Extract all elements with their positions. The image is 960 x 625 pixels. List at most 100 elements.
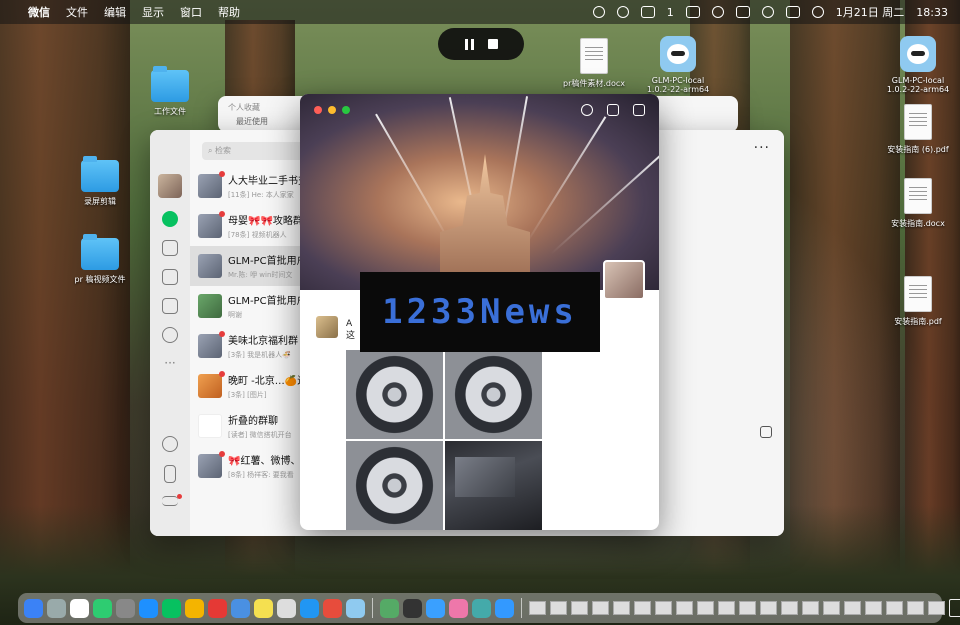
wheel-photo[interactable] [346,441,443,530]
user-avatar[interactable] [158,174,182,198]
call-icon[interactable] [760,426,772,438]
desktop-folder-screen-record[interactable]: 录屏剪辑 [62,156,138,207]
sender-avatar[interactable] [316,316,338,338]
wechat-icon[interactable] [162,598,181,618]
minimized-window[interactable] [823,601,840,615]
minimized-window[interactable] [718,601,735,615]
minimized-window[interactable] [886,601,903,615]
reminders-icon[interactable] [277,598,296,618]
app-icon[interactable] [380,598,399,618]
wifi-icon[interactable] [761,6,774,18]
minimized-window[interactable] [697,601,714,615]
app-menu[interactable]: 微信 [28,4,50,20]
menu-icon[interactable] [162,494,182,506]
menubar-date[interactable]: 1月21日 周二 [836,4,905,20]
desktop-folder-work[interactable]: 工作文件 [132,66,208,117]
message-text: 这 [346,331,356,341]
menubar-time[interactable]: 18:33 [916,6,948,19]
notes-icon[interactable] [254,598,273,618]
menu-file[interactable]: 文件 [66,4,88,20]
camera-icon[interactable] [633,104,645,116]
desktop-folder-pr-video[interactable]: pr 稿视频文件 [62,234,138,285]
car-interior-photo[interactable] [445,441,542,530]
minimized-window[interactable] [655,601,672,615]
zoom-icon[interactable] [426,598,445,618]
stop-icon[interactable] [487,39,498,49]
zoom-button[interactable] [342,106,350,114]
calendar-icon[interactable] [70,598,89,618]
share-status-icon[interactable] [616,6,629,18]
minimized-window[interactable] [907,601,924,615]
desktop-app-glm-2[interactable]: GLM-PC-local 1.0.2-22-arm64 [880,36,956,94]
screen-recording-controls [438,28,524,60]
chrome-icon[interactable] [185,598,204,618]
minimize-button[interactable] [328,106,336,114]
files-folder-icon[interactable] [162,298,178,314]
capcut-icon[interactable] [403,598,422,618]
desktop-file-guide-pdf[interactable]: 安装指南.pdf [880,276,956,327]
wps-icon[interactable] [208,598,227,618]
favorites-cube-icon[interactable] [162,269,178,285]
launchpad-icon[interactable] [47,598,66,618]
desktop-file-guide-docx[interactable]: 安装指南.docx [880,178,956,229]
wheel-photo[interactable] [445,350,542,439]
glm-cow-icon[interactable] [346,598,365,618]
desktop-file-guide-6-pdf[interactable]: 安装指南 (6).pdf [880,104,956,155]
minimized-window[interactable] [529,601,546,615]
minimized-window[interactable] [802,601,819,615]
refresh-icon[interactable] [581,104,593,116]
glm-cow-icon [660,36,696,72]
finder-recents[interactable]: 最近使用 [236,116,268,127]
minimized-window[interactable] [739,601,756,615]
docx-icon [904,178,932,214]
minimized-window[interactable] [781,601,798,615]
menu-help[interactable]: 帮助 [218,4,240,20]
settings-gear-icon[interactable] [116,598,135,618]
menu-edit[interactable]: 编辑 [104,4,126,20]
minimized-window[interactable] [571,601,588,615]
more-icon[interactable]: ··· [164,356,175,370]
menu-view[interactable]: 显示 [142,4,164,20]
app-status-icon[interactable] [640,6,655,18]
battery-icon[interactable] [735,6,750,18]
minimized-window[interactable] [634,601,651,615]
bell-icon[interactable] [607,104,619,116]
app-icon[interactable] [495,598,514,618]
menu-window[interactable]: 窗口 [180,4,202,20]
desktop-app-glm-1[interactable]: GLM-PC-local 1.0.2-22-arm64 [640,36,716,94]
app-icon[interactable] [449,598,468,618]
wechat-status-icon[interactable] [711,6,724,18]
clipboard-icon[interactable] [685,6,700,18]
minimized-window[interactable] [550,601,567,615]
minimized-window[interactable] [592,601,609,615]
mail-icon[interactable] [231,598,250,618]
close-button[interactable] [314,106,322,114]
chat-tab-icon[interactable] [162,211,178,227]
trash-icon[interactable] [949,599,960,617]
mini-programs-icon[interactable] [162,436,178,452]
wheel-photo[interactable] [346,350,443,439]
more-options-icon[interactable]: ··· [754,140,770,156]
minimized-window[interactable] [928,601,945,615]
moments-icon[interactable] [162,327,178,343]
app-icon[interactable] [323,598,342,618]
app-icon[interactable] [472,598,491,618]
control-center-icon[interactable] [785,6,800,18]
facetime-icon[interactable] [93,598,112,618]
finder-icon[interactable] [24,598,43,618]
desktop-file-pr-docx[interactable]: pr稿件素材.docx [556,38,632,89]
minimized-window[interactable] [613,601,630,615]
minimized-window[interactable] [676,601,693,615]
app-store-icon[interactable] [300,598,319,618]
record-status-icon[interactable] [592,6,605,18]
safari-icon[interactable] [139,598,158,618]
contacts-icon[interactable] [162,240,178,256]
minimized-window[interactable] [865,601,882,615]
profile-thumbnail[interactable] [603,260,645,300]
pause-icon[interactable] [464,38,474,50]
status-count[interactable]: 1 [667,6,674,19]
siri-icon[interactable] [811,6,824,18]
minimized-window[interactable] [760,601,777,615]
minimized-window[interactable] [844,601,861,615]
phone-icon[interactable] [164,465,176,483]
